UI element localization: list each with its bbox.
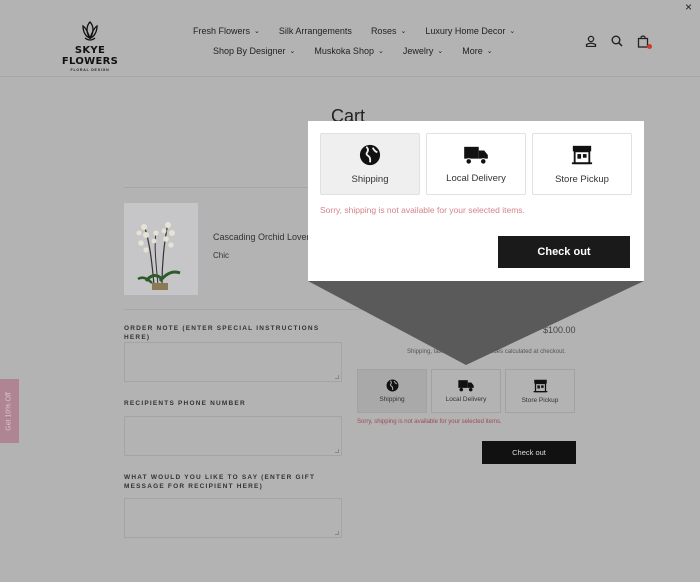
subtotal-label: SUBTOTAL [418,326,473,335]
cart-icon[interactable] [636,34,652,49]
orchid-image [124,203,198,295]
nav-jewelry[interactable]: Jewelry ⌄ [403,46,443,56]
chevron-down-icon: ⌄ [486,48,493,55]
recipient-phone-input[interactable] [124,416,342,456]
main-nav-row-2: Shop By Designer ⌄ Muskoka Shop ⌄ Jewelry ⌄… [213,46,512,56]
truck-icon [464,146,488,165]
method-local-delivery[interactable]: Local Delivery [431,369,501,413]
nav-shop-by-designer[interactable]: Shop By Designer ⌄ [213,46,295,56]
shipping-note: Shipping, taxes, and discount codes calc… [407,349,566,355]
divider [124,309,576,310]
order-note-input[interactable] [124,342,342,382]
store-icon [571,145,593,164]
chevron-down-icon: ⌄ [509,28,516,35]
brand-subtitle: FLORAL DESIGN [70,68,110,72]
recipient-phone-label: RECIPIENTS PHONE NUMBER [124,400,246,407]
nav-muskoka-shop[interactable]: Muskoka Shop ⌄ [314,46,383,56]
store-icon [533,379,547,392]
callout-method-shipping[interactable]: Shipping [320,133,420,195]
gift-message-label: WHAT WOULD YOU LIKE TO SAY (ENTER GIFT M… [124,474,316,490]
callout-delivery-method-selector: Shipping Local Delivery Store Pickup [320,133,632,195]
callout-method-local-delivery[interactable]: Local Delivery [426,133,526,195]
gift-message-input[interactable] [124,498,342,538]
method-store-pickup[interactable]: Store Pickup [505,369,575,413]
chevron-down-icon: ⌄ [377,48,384,55]
delivery-method-selector: Shipping Local Delivery Store Pickup [357,369,575,413]
chevron-down-icon: ⌄ [400,28,407,35]
checkout-button[interactable]: Check out [482,441,576,464]
site-header: × SKYE FLOWERS FLORAL DESIGN Fresh Flowe… [0,0,700,77]
nav-roses[interactable]: Roses ⌄ [371,26,406,36]
order-note-label: ORDER NOTE (ENTER SPECIAL INSTRUCTIONS H… [124,325,320,341]
method-shipping[interactable]: Shipping [357,369,427,413]
nav-silk-arrangements[interactable]: Silk Arrangements [279,26,352,36]
close-icon[interactable]: × [685,0,692,14]
logo[interactable]: SKYE FLOWERS FLORAL DESIGN [50,20,130,72]
callout-method-store-pickup[interactable]: Store Pickup [532,133,632,195]
brand-name: SKYE FLOWERS [61,45,119,67]
shipping-error-message: Sorry, shipping is not available for you… [357,419,502,425]
chevron-down-icon: ⌄ [437,48,444,55]
globe-icon [386,379,398,392]
lotus-logo-icon [82,21,98,41]
account-icon[interactable] [584,34,598,48]
globe-icon [359,144,381,165]
zoom-callout: Shipping Local Delivery Store Pickup Sor… [308,121,644,281]
callout-checkout-button[interactable]: Check out [498,236,630,268]
subtotal-value: $100.00 [543,325,576,335]
callout-funnel [308,281,644,365]
main-nav-row-1: Fresh Flowers ⌄ Silk Arrangements Roses ⌄ … [193,26,534,36]
product-image[interactable] [124,203,198,295]
discount-side-tab[interactable]: Get 10% Off [0,379,19,443]
callout-shipping-error-message: Sorry, shipping is not available for you… [320,205,525,215]
chevron-down-icon: ⌄ [289,48,296,55]
nav-fresh-flowers[interactable]: Fresh Flowers ⌄ [193,26,260,36]
search-icon[interactable] [610,34,624,48]
truck-icon [458,380,474,392]
cart-badge [647,44,652,49]
product-variant: Chic [213,251,230,260]
nav-luxury-home-decor[interactable]: Luxury Home Decor ⌄ [425,26,515,36]
product-name[interactable]: Cascading Orchid Lover [213,232,310,242]
header-icons [584,34,652,49]
chevron-down-icon: ⌄ [254,28,260,35]
nav-more[interactable]: More ⌄ [462,46,492,56]
